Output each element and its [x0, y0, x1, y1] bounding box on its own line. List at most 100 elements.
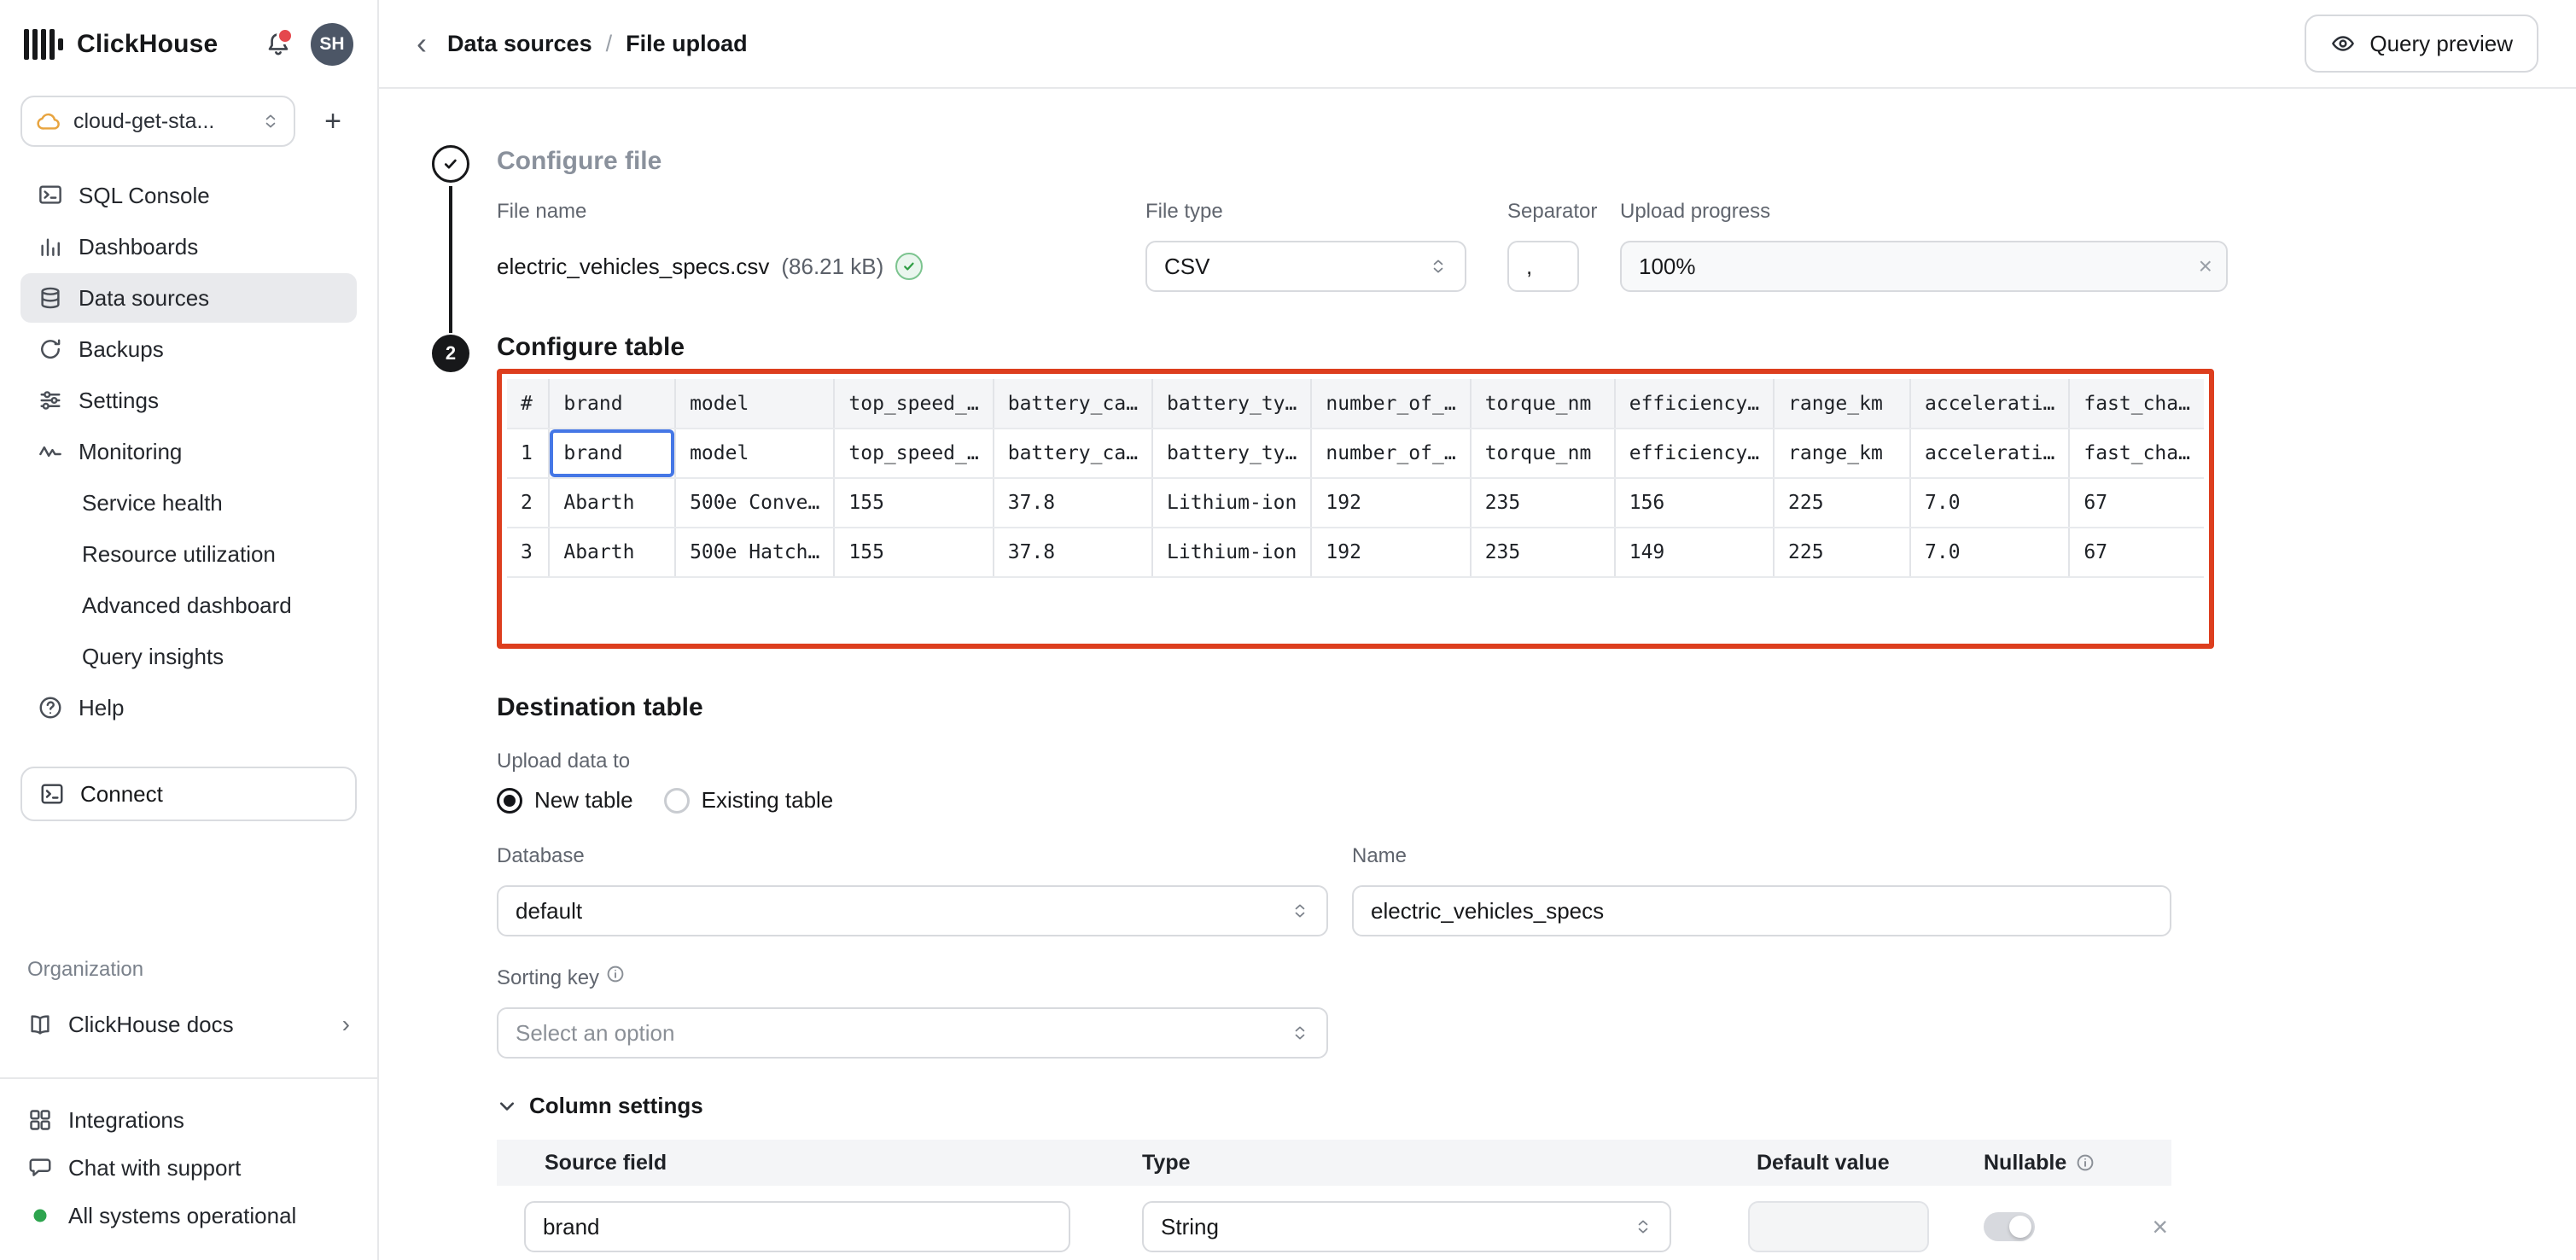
- preview-cell[interactable]: top_speed_…: [834, 429, 993, 478]
- preview-row: 2Abarth500e Conve…15537.8Lithium-ion1922…: [507, 478, 2204, 528]
- breadcrumb-parent[interactable]: Data sources: [447, 31, 592, 57]
- type-select[interactable]: String: [1142, 1201, 1671, 1252]
- sidebar-item-advanced-dashboard[interactable]: Advanced dashboard: [20, 580, 357, 630]
- clear-upload-icon[interactable]: ×: [2199, 254, 2212, 278]
- sidebar-item-help[interactable]: Help: [20, 683, 357, 732]
- preview-cell[interactable]: battery_ty…: [1152, 429, 1311, 478]
- sidebar-item-sql-console[interactable]: SQL Console: [20, 171, 357, 220]
- upload-success-check-icon: [895, 253, 923, 280]
- sidebar-item-dashboards[interactable]: Dashboards: [20, 222, 357, 271]
- avatar[interactable]: SH: [311, 23, 353, 66]
- sidebar-item-data-sources[interactable]: Data sources: [20, 273, 357, 323]
- query-preview-button[interactable]: Query preview: [2305, 15, 2538, 73]
- footer-item-system-status[interactable]: All systems operational: [27, 1192, 350, 1240]
- sidebar-item-monitoring[interactable]: Monitoring: [20, 427, 357, 476]
- sidebar-item-resource-utilization[interactable]: Resource utilization: [20, 529, 357, 579]
- preview-cell[interactable]: Abarth: [549, 478, 675, 528]
- table-name-input[interactable]: [1352, 885, 2171, 936]
- preview-cell[interactable]: torque_nm: [1471, 429, 1615, 478]
- preview-cell[interactable]: accelerati…: [1910, 429, 2069, 478]
- file-type-select[interactable]: CSV: [1145, 241, 1466, 292]
- sorting-key-label: Sorting key: [497, 966, 599, 989]
- docs-icon: [27, 1012, 53, 1037]
- footer-item-chat-with-support[interactable]: Chat with support: [27, 1144, 350, 1192]
- caret-updown-icon: [1291, 1024, 1309, 1042]
- footer-item-label: Integrations: [68, 1107, 184, 1134]
- default-value-input[interactable]: [1748, 1201, 1929, 1252]
- add-service-button[interactable]: +: [309, 97, 357, 145]
- preview-col-header: number_of_…: [1311, 379, 1470, 429]
- service-selector[interactable]: cloud-get-sta...: [20, 96, 295, 147]
- preview-cell[interactable]: battery_ca…: [994, 429, 1152, 478]
- radio-existing-table[interactable]: Existing table: [664, 787, 834, 814]
- connect-icon: [39, 781, 65, 807]
- preview-col-header: range_km: [1774, 379, 1910, 429]
- destination-table-section: Destination table Upload data to New tab…: [497, 693, 2171, 1260]
- preview-cell[interactable]: 37.8: [994, 528, 1152, 577]
- preview-cell[interactable]: fast_cha…: [2069, 429, 2204, 478]
- sidebar-item-label: Data sources: [79, 285, 209, 312]
- preview-cell[interactable]: 235: [1471, 528, 1615, 577]
- column-settings-toggle[interactable]: Column settings: [497, 1093, 2171, 1119]
- upload-progress-input[interactable]: [1620, 241, 2228, 292]
- top-bar: ‹ Data sources / File upload Query previ…: [379, 0, 2576, 89]
- preview-cell[interactable]: 155: [834, 528, 993, 577]
- preview-cell[interactable]: 235: [1471, 478, 1615, 528]
- preview-cell[interactable]: 225: [1774, 528, 1910, 577]
- remove-column-icon[interactable]: ×: [2152, 1213, 2168, 1240]
- preview-row: 3Abarth500e Hatch…15537.8Lithium-ion1922…: [507, 528, 2204, 577]
- radio-unselected-icon: [664, 788, 690, 814]
- preview-cell[interactable]: 500e Hatch…: [675, 528, 834, 577]
- connect-button[interactable]: Connect: [20, 767, 357, 821]
- preview-cell[interactable]: 149: [1615, 528, 1774, 577]
- preview-cell[interactable]: 67: [2069, 528, 2204, 577]
- preview-cell[interactable]: 67: [2069, 478, 2204, 528]
- preview-cell[interactable]: range_km: [1774, 429, 1910, 478]
- preview-cell[interactable]: Lithium-ion: [1152, 528, 1311, 577]
- eye-icon: [2330, 31, 2356, 56]
- preview-cell[interactable]: Lithium-ion: [1152, 478, 1311, 528]
- separator-input[interactable]: [1507, 241, 1579, 292]
- sidebar-item-backups[interactable]: Backups: [20, 324, 357, 374]
- upload-data-to-label: Upload data to: [497, 750, 2171, 773]
- radio-new-table[interactable]: New table: [497, 787, 633, 814]
- preview-cell[interactable]: brand: [549, 429, 675, 478]
- preview-cell[interactable]: 156: [1615, 478, 1774, 528]
- sidebar-item-label: Query insights: [82, 644, 224, 670]
- sorting-key-select[interactable]: Select an option: [497, 1007, 1328, 1059]
- source-field-input[interactable]: [524, 1201, 1070, 1252]
- column-settings-table: Source field Type Default value Nullable…: [497, 1140, 2171, 1260]
- sidebar-item-service-health[interactable]: Service health: [20, 478, 357, 528]
- back-button[interactable]: ‹: [417, 28, 427, 59]
- preview-cell[interactable]: 192: [1311, 478, 1470, 528]
- sidebar-footer: Integrations Chat with supportAll systems…: [0, 1096, 377, 1260]
- preview-cell[interactable]: Abarth: [549, 528, 675, 577]
- docs-link[interactable]: ClickHouse docs ›: [27, 999, 350, 1050]
- preview-cell[interactable]: number_of_…: [1311, 429, 1470, 478]
- preview-cell[interactable]: 37.8: [994, 478, 1152, 528]
- data-sources-icon: [38, 285, 63, 311]
- preview-cell[interactable]: 7.0: [1910, 478, 2069, 528]
- preview-cell[interactable]: 500e Conve…: [675, 478, 834, 528]
- monitoring-icon: [38, 439, 63, 464]
- preview-cell[interactable]: 7.0: [1910, 528, 2069, 577]
- settings-icon: [38, 388, 63, 413]
- preview-cell[interactable]: efficiency…: [1615, 429, 1774, 478]
- footer-item-integrations[interactable]: Integrations: [27, 1096, 350, 1144]
- sidebar-item-settings[interactable]: Settings: [20, 376, 357, 425]
- preview-cell[interactable]: 155: [834, 478, 993, 528]
- preview-cell[interactable]: 225: [1774, 478, 1910, 528]
- bell-icon[interactable]: [259, 26, 297, 63]
- preview-cell[interactable]: model: [675, 429, 834, 478]
- nullable-toggle[interactable]: [1984, 1212, 2035, 1241]
- step-connector-line: [449, 186, 452, 333]
- organization-section: Organization ClickHouse docs ›: [0, 958, 377, 1050]
- info-icon: [2075, 1152, 2095, 1173]
- database-select[interactable]: default: [497, 885, 1328, 936]
- sidebar-item-query-insights[interactable]: Query insights: [20, 632, 357, 681]
- preview-cell[interactable]: 192: [1311, 528, 1470, 577]
- organization-label: Organization: [27, 958, 350, 982]
- step-1-indicator: [432, 145, 469, 183]
- database-value: default: [516, 898, 582, 925]
- sidebar-item-label: Monitoring: [79, 439, 182, 465]
